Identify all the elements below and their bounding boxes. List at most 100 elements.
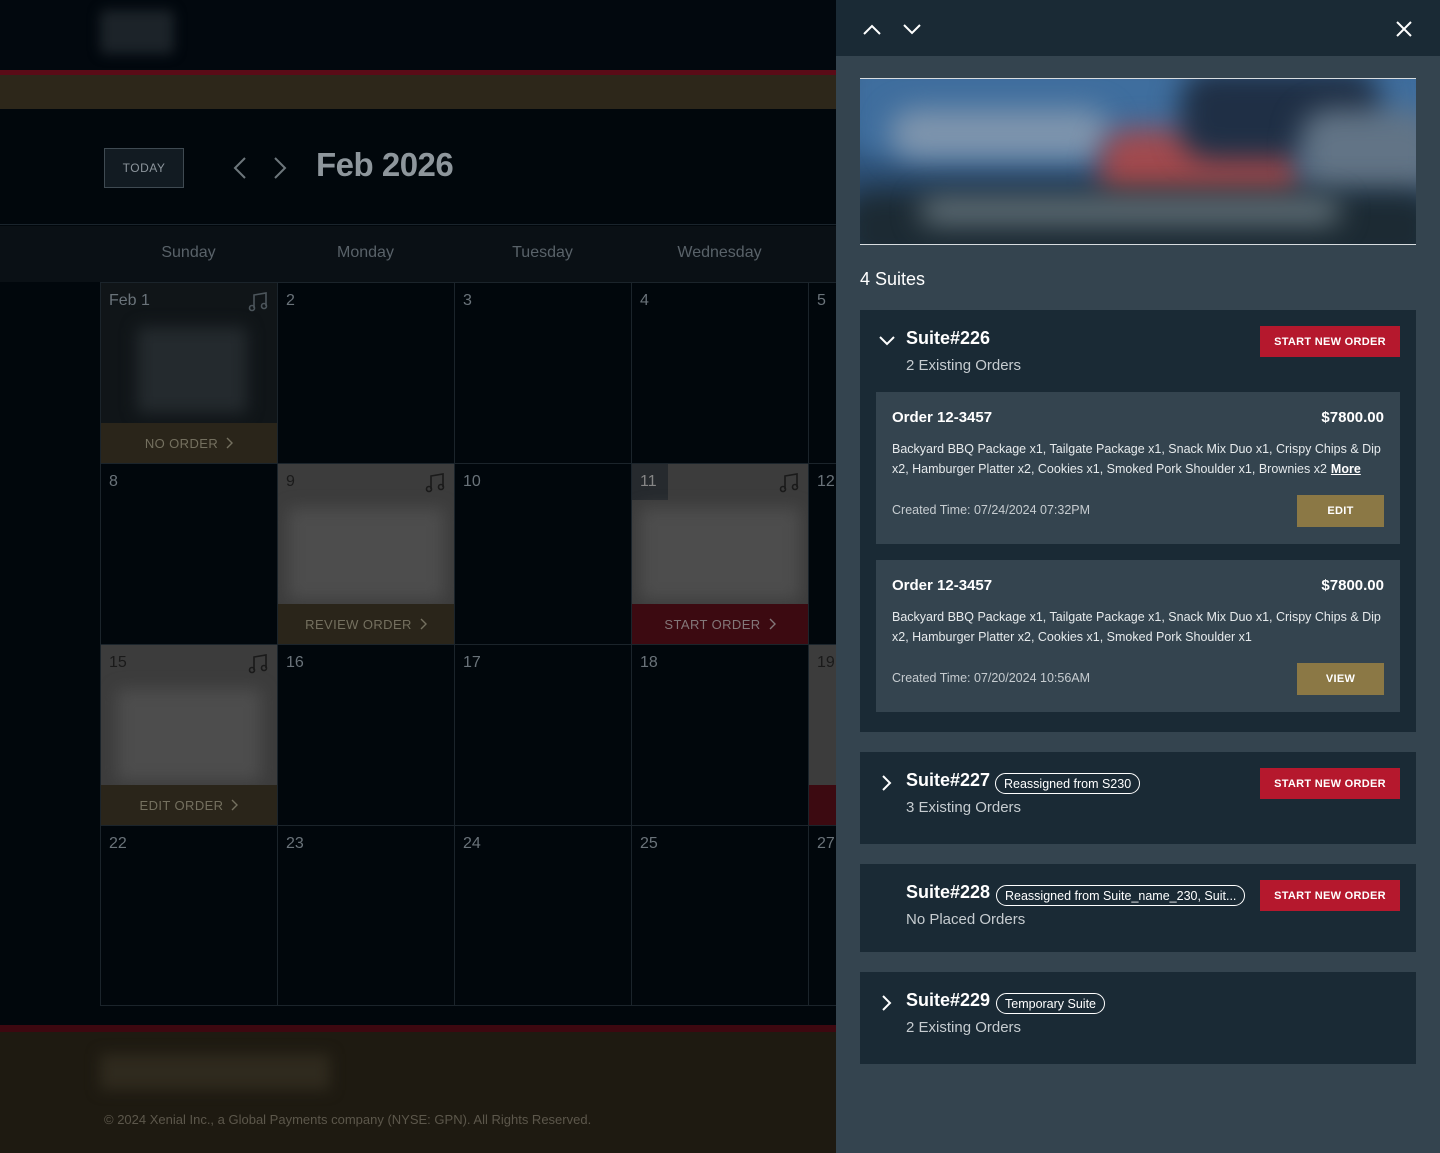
day-cell[interactable]: 25	[631, 825, 808, 1006]
edit-order-button[interactable]: EDIT	[1297, 495, 1384, 527]
day-number: Feb 1	[109, 292, 150, 309]
day-cell[interactable]: 10	[454, 463, 631, 644]
order-created-time: Created Time: 07/20/2024 10:56AM	[892, 671, 1091, 685]
order-card: Order 12-3457 $7800.00 Backyard BBQ Pack…	[876, 560, 1400, 712]
day-number: 5	[817, 292, 826, 309]
day-cell[interactable]: 22	[100, 825, 277, 1006]
day-cell[interactable]: 18	[631, 644, 808, 825]
start-order-action[interactable]: START ORDER	[632, 604, 808, 644]
suite-order-count: 3 Existing Orders	[906, 799, 1022, 816]
day-number: 22	[109, 835, 127, 852]
order-card: Order 12-3457 $7800.00 Backyard BBQ Pack…	[876, 392, 1400, 544]
chevron-up-icon	[863, 24, 881, 35]
music-note-icon	[425, 473, 445, 493]
footer-logo	[100, 1054, 330, 1090]
event-thumbnail	[117, 689, 261, 781]
day-cell[interactable]: 5	[808, 282, 836, 463]
chevron-down-icon	[879, 336, 895, 346]
suite-card[interactable]: Suite#228 Reassigned from Suite_name_230…	[860, 864, 1416, 952]
day-cell[interactable]: 11 START ORDER	[631, 463, 808, 644]
next-month-button[interactable]	[267, 154, 293, 182]
day-cell[interactable]: 3	[454, 282, 631, 463]
day-cell[interactable]: Feb 1 NO ORDER	[100, 282, 277, 463]
copyright-text: © 2024 Xenial Inc., a Global Payments co…	[104, 1112, 592, 1127]
start-new-order-button[interactable]: START NEW ORDER	[1260, 326, 1400, 357]
day-cell[interactable]: 4	[631, 282, 808, 463]
day-cell[interactable]: 16	[277, 644, 454, 825]
day-cell[interactable]: 19	[808, 644, 836, 825]
suite-order-count: 2 Existing Orders	[906, 1019, 1022, 1036]
suite-order-count: 2 Existing Orders	[906, 357, 1022, 374]
day-number: 19	[817, 654, 835, 671]
day-number: 12	[817, 473, 835, 490]
event-thumbnail	[137, 327, 247, 413]
day-cell[interactable]: 23	[277, 825, 454, 1006]
day-number: 15	[109, 654, 127, 671]
day-number: 11	[640, 473, 657, 490]
today-button[interactable]: TODAY	[104, 148, 184, 188]
day-cell[interactable]: 17	[454, 644, 631, 825]
day-cell[interactable]: 15 EDIT ORDER	[100, 644, 277, 825]
day-cell[interactable]: 24	[454, 825, 631, 1006]
weekday-header: Sunday Monday Tuesday Wednesday	[0, 226, 836, 282]
chevron-right-icon	[274, 157, 287, 179]
weekday-label: Tuesday	[512, 244, 573, 261]
review-order-action[interactable]: REVIEW ORDER	[278, 604, 454, 644]
previous-event-button[interactable]	[857, 14, 887, 44]
order-created-time: Created Time: 07/24/2024 07:32PM	[892, 503, 1091, 517]
weekday-label: Monday	[337, 244, 394, 261]
chevron-right-icon	[769, 618, 776, 630]
day-cell[interactable]: 27	[808, 825, 836, 1006]
day-cell[interactable]: 9 REVIEW ORDER	[277, 463, 454, 644]
event-thumbnail	[288, 508, 444, 600]
suite-title: Suite#229	[906, 990, 991, 1010]
next-event-button[interactable]	[897, 14, 927, 44]
chevron-right-icon	[882, 995, 892, 1011]
drawer-toolbar	[836, 0, 1440, 56]
suite-title: Suite#228	[906, 882, 991, 902]
day-number: 18	[640, 654, 658, 671]
music-note-icon	[779, 473, 799, 493]
chevron-down-icon	[903, 23, 921, 34]
expand-suite-toggle[interactable]	[878, 774, 896, 792]
suites-count: 4 Suites	[860, 269, 926, 289]
day-number: 17	[463, 654, 481, 671]
order-title: Order 12-3457	[892, 577, 993, 594]
top-header	[0, 0, 836, 70]
page-footer: © 2024 Xenial Inc., a Global Payments co…	[0, 1032, 836, 1153]
suite-title: Suite#227	[906, 770, 991, 790]
expand-suite-toggle[interactable]	[878, 994, 896, 1012]
day-cell[interactable]: 8	[100, 463, 277, 644]
action-label: NO ORDER	[144, 435, 219, 451]
day-number: 25	[640, 835, 658, 852]
footer-divider	[0, 1025, 836, 1032]
suite-card: Suite#226 2 Existing Orders START NEW OR…	[860, 310, 1416, 732]
day-number: 9	[286, 473, 295, 490]
music-note-icon	[248, 654, 268, 674]
view-order-button[interactable]: VIEW	[1297, 663, 1384, 695]
order-price: $7800.00	[1321, 577, 1384, 594]
suite-tag: Temporary Suite	[996, 993, 1106, 1014]
suites-drawer: 4 Suites Suite#226 2 Existing Orders STA…	[836, 0, 1440, 1153]
no-order-action[interactable]: NO ORDER	[101, 423, 277, 463]
edit-order-action[interactable]: EDIT ORDER	[101, 785, 277, 825]
suite-title: Suite#226	[906, 328, 991, 348]
order-title: Order 12-3457	[892, 409, 993, 426]
close-drawer-button[interactable]	[1389, 14, 1419, 44]
day-number: 3	[463, 292, 472, 309]
day-cell[interactable]: 2	[277, 282, 454, 463]
prev-month-button[interactable]	[227, 154, 253, 182]
day-cell[interactable]: 12	[808, 463, 836, 644]
calendar-page: TODAY Feb 2026 Sunday Monday Tuesday Wed…	[0, 0, 836, 1153]
collapse-suite-toggle[interactable]	[878, 332, 896, 350]
calendar-grid: Feb 1 NO ORDER 2 3 4 5 8 9 REVIEW ORDER …	[100, 282, 836, 1006]
suite-card[interactable]: Suite#229 Temporary Suite 2 Existing Ord…	[860, 972, 1416, 1064]
more-link[interactable]: More	[1331, 462, 1361, 476]
start-new-order-button[interactable]: START NEW ORDER	[1260, 768, 1400, 799]
suite-card[interactable]: Suite#227 Reassigned from S230 3 Existin…	[860, 752, 1416, 844]
action-label: START ORDER	[664, 616, 761, 632]
start-new-order-button[interactable]: START NEW ORDER	[1260, 880, 1400, 911]
event-thumbnail	[640, 508, 800, 600]
day-action[interactable]	[809, 785, 836, 825]
order-items: Backyard BBQ Package x1, Tailgate Packag…	[892, 610, 1381, 644]
